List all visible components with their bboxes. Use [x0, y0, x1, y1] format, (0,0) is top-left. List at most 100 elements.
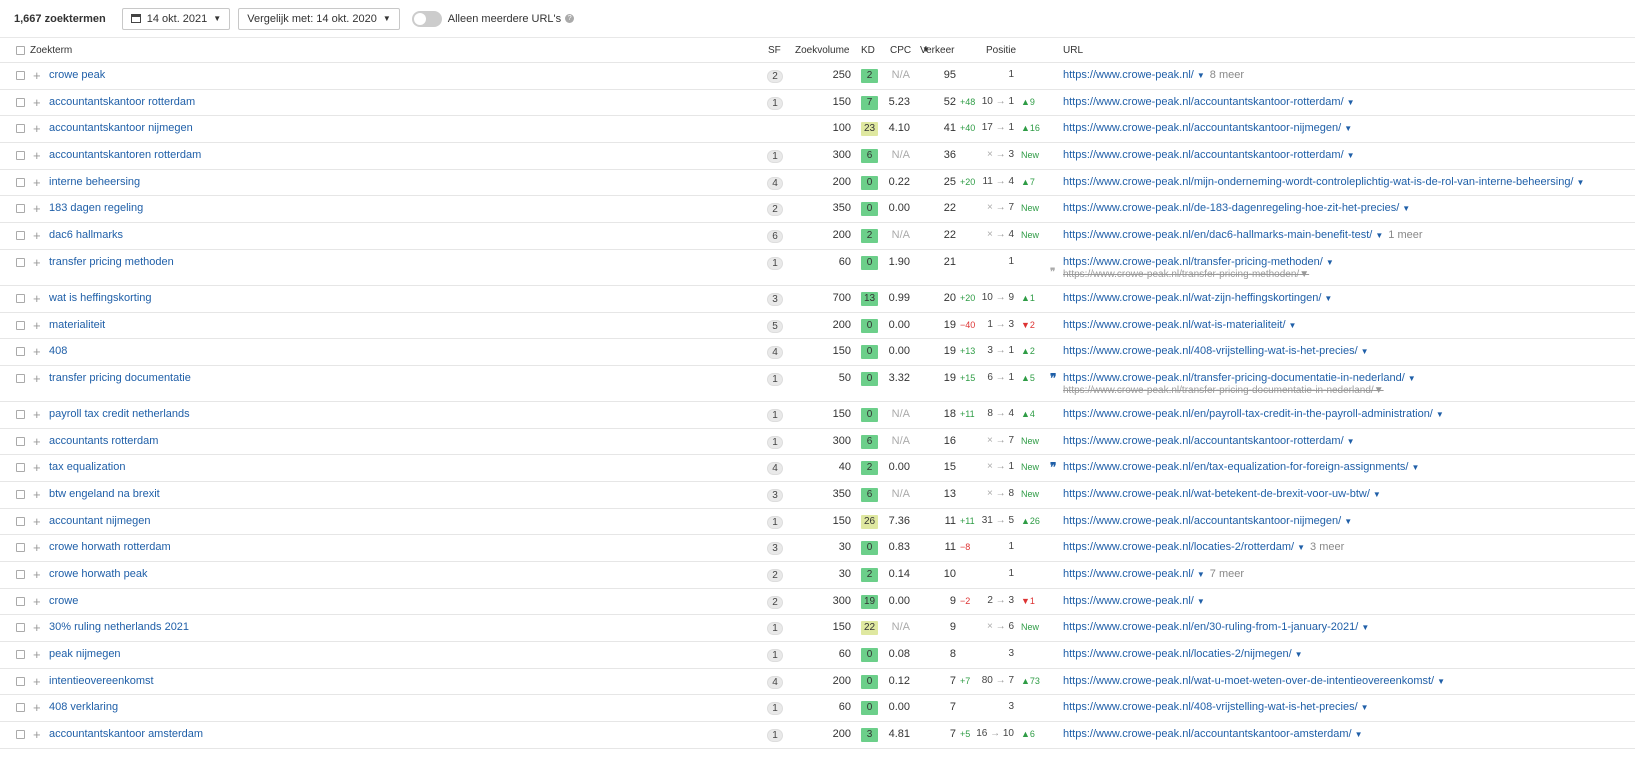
- url-link[interactable]: https://www.crowe-peak.nl/en/payroll-tax…: [1063, 408, 1444, 420]
- serp-features-badge[interactable]: 1: [767, 408, 783, 422]
- serp-features-badge[interactable]: 5: [767, 319, 783, 333]
- multiple-urls-toggle[interactable]: [411, 10, 442, 27]
- keyword-link[interactable]: transfer pricing methoden: [49, 256, 174, 268]
- keyword-link[interactable]: crowe horwath peak: [49, 568, 147, 580]
- url-link[interactable]: https://www.crowe-peak.nl/en/tax-equaliz…: [1063, 461, 1419, 473]
- serp-features-badge[interactable]: 6: [767, 230, 783, 244]
- keyword-link[interactable]: 408 verklaring: [49, 701, 118, 713]
- add-keyword-icon[interactable]: +: [33, 149, 41, 162]
- keyword-link[interactable]: interne beheersing: [49, 176, 140, 188]
- row-checkbox[interactable]: [16, 177, 25, 187]
- url-link[interactable]: https://www.crowe-peak.nl/en/dac6-hallma…: [1063, 229, 1423, 241]
- serp-features-badge[interactable]: 1: [767, 702, 783, 716]
- add-keyword-icon[interactable]: +: [33, 728, 41, 741]
- add-keyword-icon[interactable]: +: [33, 122, 41, 135]
- serp-features-badge[interactable]: 1: [767, 435, 783, 449]
- add-keyword-icon[interactable]: +: [33, 292, 41, 305]
- add-keyword-icon[interactable]: +: [33, 256, 41, 269]
- serp-features-badge[interactable]: 1: [767, 622, 783, 636]
- url-link[interactable]: https://www.crowe-peak.nl/locaties-2/nij…: [1063, 648, 1303, 660]
- url-link[interactable]: https://www.crowe-peak.nl/accountantskan…: [1063, 435, 1355, 447]
- compare-dropdown[interactable]: Vergelijk met: 14 okt. 2020 ▼: [238, 7, 400, 30]
- keyword-link[interactable]: 408: [49, 345, 67, 357]
- url-link[interactable]: https://www.crowe-peak.nl/en/30-ruling-f…: [1063, 621, 1369, 633]
- serp-features-badge[interactable]: 4: [767, 462, 783, 476]
- keyword-link[interactable]: 30% ruling netherlands 2021: [49, 621, 189, 633]
- row-checkbox[interactable]: [16, 97, 25, 107]
- serp-features-badge[interactable]: 1: [767, 649, 783, 663]
- serp-features-badge[interactable]: 2: [767, 203, 783, 217]
- keyword-link[interactable]: 183 dagen regeling: [49, 202, 143, 214]
- add-keyword-icon[interactable]: +: [33, 345, 41, 358]
- row-checkbox[interactable]: [16, 151, 25, 161]
- keyword-link[interactable]: accountantskantoren rotterdam: [49, 149, 201, 161]
- row-checkbox[interactable]: [16, 204, 25, 214]
- add-keyword-icon[interactable]: +: [33, 96, 41, 109]
- add-keyword-icon[interactable]: +: [33, 595, 41, 608]
- row-checkbox[interactable]: [16, 124, 25, 134]
- row-checkbox[interactable]: [16, 347, 25, 357]
- help-icon[interactable]: ?: [565, 14, 575, 23]
- row-checkbox[interactable]: [16, 623, 25, 633]
- keyword-link[interactable]: crowe: [49, 595, 78, 607]
- url-link[interactable]: https://www.crowe-peak.nl/transfer-prici…: [1063, 372, 1416, 384]
- row-checkbox[interactable]: [16, 293, 25, 303]
- row-checkbox[interactable]: [16, 436, 25, 446]
- header-url[interactable]: URL: [1063, 45, 1083, 56]
- date-picker[interactable]: 14 okt. 2021 ▼: [121, 7, 231, 30]
- row-checkbox[interactable]: [16, 320, 25, 330]
- add-keyword-icon[interactable]: +: [33, 319, 41, 332]
- row-checkbox[interactable]: [16, 596, 25, 606]
- url-link[interactable]: https://www.crowe-peak.nl/accountantskan…: [1063, 515, 1352, 527]
- add-keyword-icon[interactable]: +: [33, 408, 41, 421]
- url-link[interactable]: https://www.crowe-peak.nl/accountantskan…: [1063, 728, 1363, 740]
- row-checkbox[interactable]: [16, 543, 25, 553]
- url-link[interactable]: https://www.crowe-peak.nl/wat-is-materia…: [1063, 319, 1296, 331]
- url-link[interactable]: https://www.crowe-peak.nl/wat-zijn-heffi…: [1063, 292, 1332, 304]
- serp-features-badge[interactable]: 4: [767, 176, 783, 190]
- keyword-link[interactable]: crowe horwath rotterdam: [49, 541, 171, 553]
- keyword-link[interactable]: tax equalization: [49, 461, 125, 473]
- add-keyword-icon[interactable]: +: [33, 488, 41, 501]
- add-keyword-icon[interactable]: +: [33, 675, 41, 688]
- add-keyword-icon[interactable]: +: [33, 372, 41, 385]
- url-link[interactable]: https://www.crowe-peak.nl/accountantskan…: [1063, 122, 1352, 134]
- keyword-link[interactable]: peak nijmegen: [49, 648, 121, 660]
- url-link[interactable]: https://www.crowe-peak.nl/▼: [1063, 595, 1205, 607]
- row-checkbox[interactable]: [16, 489, 25, 499]
- keyword-link[interactable]: materialiteit: [49, 319, 105, 331]
- row-checkbox[interactable]: [16, 257, 25, 267]
- add-keyword-icon[interactable]: +: [33, 176, 41, 189]
- row-checkbox[interactable]: [16, 570, 25, 579]
- keyword-link[interactable]: transfer pricing documentatie: [49, 372, 191, 384]
- serp-features-badge[interactable]: 3: [767, 488, 783, 502]
- serp-features-badge[interactable]: 2: [767, 569, 783, 582]
- serp-features-badge[interactable]: 1: [767, 96, 783, 110]
- add-keyword-icon[interactable]: +: [33, 202, 41, 215]
- serp-features-badge[interactable]: 1: [767, 372, 783, 386]
- add-keyword-icon[interactable]: +: [33, 621, 41, 634]
- url-link[interactable]: https://www.crowe-peak.nl/408-vrijstelli…: [1063, 345, 1369, 357]
- keyword-link[interactable]: btw engeland na brexit: [49, 488, 160, 500]
- serp-features-badge[interactable]: 2: [767, 70, 783, 83]
- header-sf[interactable]: SF: [768, 45, 781, 56]
- url-link[interactable]: https://www.crowe-peak.nl/▼ 8 meer: [1063, 69, 1244, 81]
- url-link[interactable]: https://www.crowe-peak.nl/wat-betekent-d…: [1063, 488, 1381, 500]
- keyword-link[interactable]: accountantskantoor rotterdam: [49, 96, 195, 108]
- url-link[interactable]: https://www.crowe-peak.nl/mijn-ondernemi…: [1063, 176, 1584, 188]
- serp-features-badge[interactable]: 4: [767, 346, 783, 360]
- url-link[interactable]: https://www.crowe-peak.nl/408-vrijstelli…: [1063, 701, 1369, 713]
- url-link[interactable]: https://www.crowe-peak.nl/locaties-2/rot…: [1063, 541, 1344, 553]
- keyword-link[interactable]: wat is heffingskorting: [49, 292, 152, 304]
- url-link[interactable]: https://www.crowe-peak.nl/▼ 7 meer: [1063, 568, 1244, 580]
- add-keyword-icon[interactable]: +: [33, 541, 41, 554]
- select-all-checkbox[interactable]: [16, 46, 25, 55]
- row-checkbox[interactable]: [16, 373, 25, 383]
- serp-features-badge[interactable]: 4: [767, 675, 783, 689]
- url-link[interactable]: https://www.crowe-peak.nl/wat-u-moet-wet…: [1063, 675, 1445, 687]
- keyword-link[interactable]: intentieovereenkomst: [49, 675, 154, 687]
- previous-url[interactable]: https://www.crowe-peak.nl/transfer-prici…: [1063, 385, 1384, 396]
- row-checkbox[interactable]: [16, 71, 25, 80]
- header-position[interactable]: Positie: [986, 45, 1016, 56]
- add-keyword-icon[interactable]: +: [33, 461, 41, 474]
